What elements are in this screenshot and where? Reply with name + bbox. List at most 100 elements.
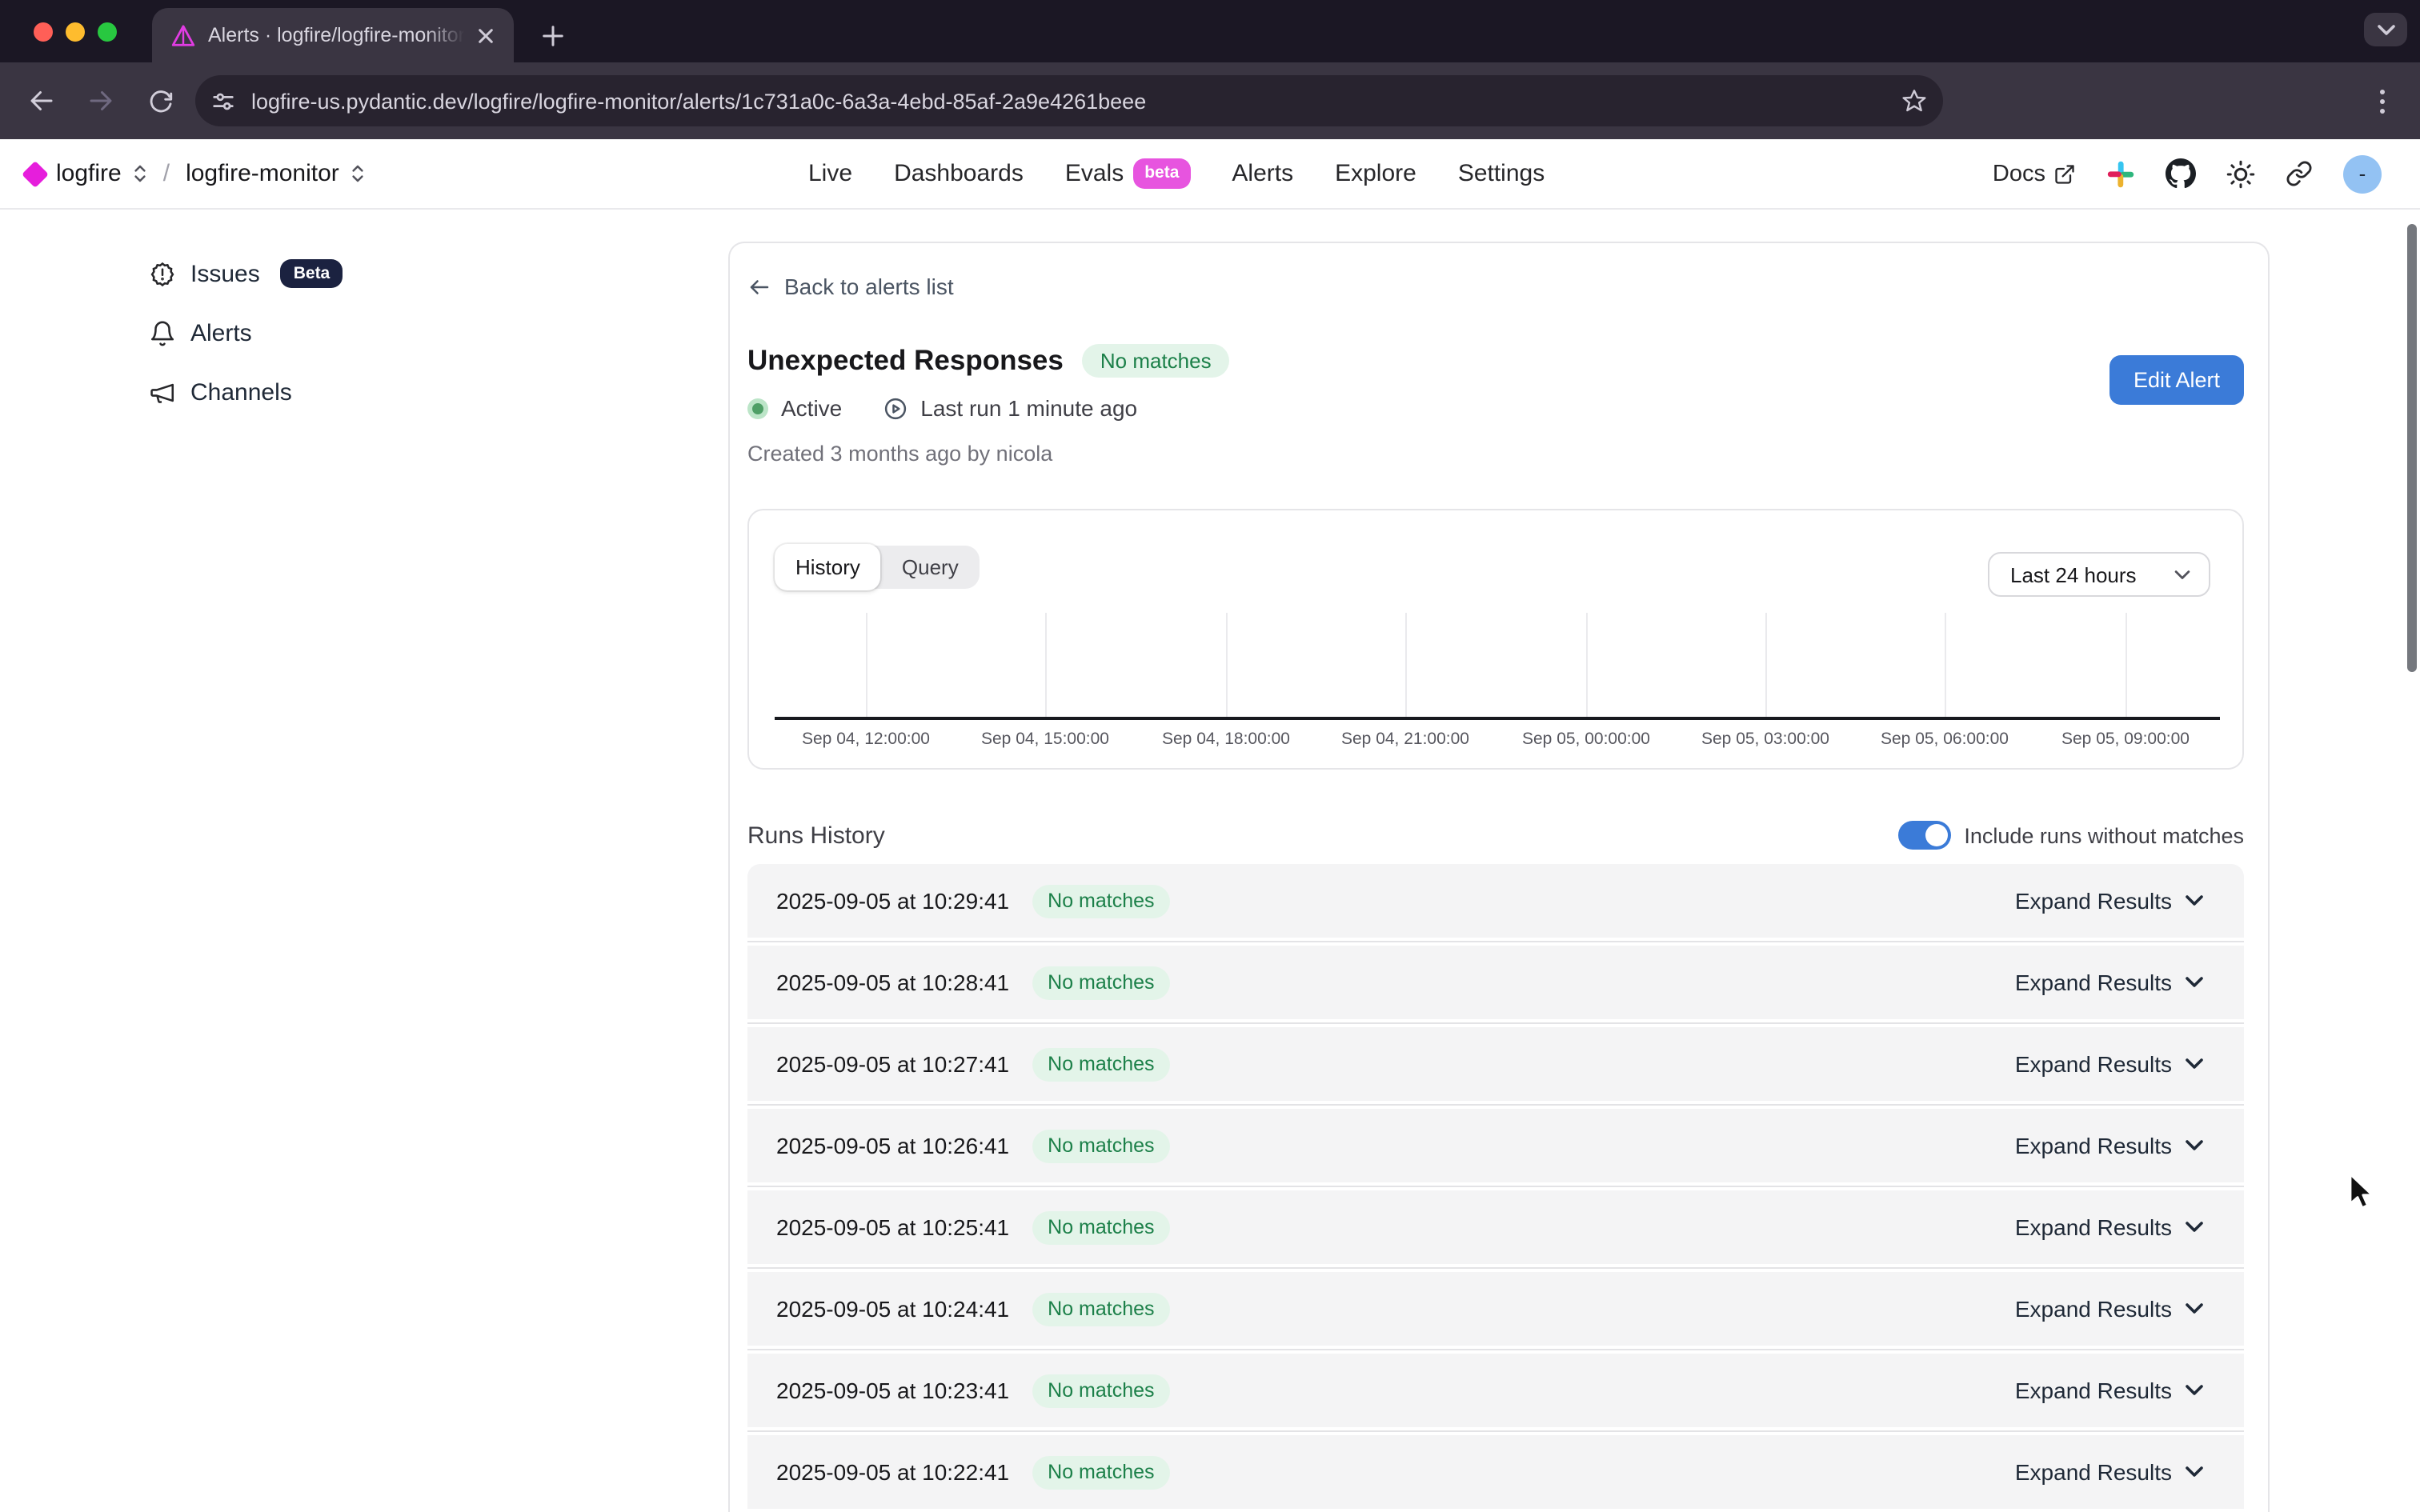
reload-icon[interactable] (141, 82, 179, 120)
tab-search-chevron-button[interactable] (2364, 13, 2407, 46)
sidebar-item-alerts[interactable]: Alerts (149, 312, 704, 354)
expand-results-button[interactable]: Expand Results (2005, 1376, 2214, 1405)
docs-link[interactable]: Docs (1993, 161, 2076, 186)
chevron-down-icon (2185, 1058, 2204, 1070)
evals-beta-badge: beta (1133, 159, 1190, 189)
github-icon[interactable] (2166, 158, 2196, 189)
breadcrumb-separator: / (163, 160, 170, 187)
expand-results-button[interactable]: Expand Results (2005, 968, 2214, 997)
edit-alert-button[interactable]: Edit Alert (2109, 355, 2244, 405)
page-title: Unexpected Responses (747, 343, 1064, 377)
sidebar: Issues Beta Alerts Channels (0, 210, 704, 413)
history-query-tabs: History Query (775, 546, 980, 589)
share-link-icon[interactable] (2286, 160, 2313, 187)
alert-status-row: Active Last run 1 minute ago (747, 395, 2244, 421)
run-row[interactable]: 2025-09-05 at 10:27:41 No matches Expand… (747, 1027, 2244, 1101)
run-row[interactable]: 2025-09-05 at 10:24:41 No matches Expand… (747, 1272, 2244, 1346)
run-row[interactable]: 2025-09-05 at 10:22:41 No matches Expand… (747, 1435, 2244, 1509)
include-runs-toggle[interactable] (1898, 821, 1951, 850)
forward-icon[interactable] (82, 82, 120, 120)
sidebar-item-channels[interactable]: Channels (149, 371, 704, 413)
alert-title-row: Unexpected Responses No matches (747, 339, 2244, 381)
run-timestamp: 2025-09-05 at 10:26:41 (776, 1133, 1009, 1158)
expand-results-button[interactable]: Expand Results (2005, 1213, 2214, 1242)
minimize-window-button[interactable] (66, 22, 85, 42)
url-bar[interactable]: logfire-us.pydantic.dev/logfire/logfire-… (195, 75, 1943, 126)
row-separator (747, 938, 2244, 946)
chart-tick-label: Sep 05, 00:00:00 (1522, 730, 1650, 749)
nav-item-live[interactable]: Live (808, 160, 852, 187)
runs-history-title: Runs History (747, 822, 885, 849)
bookmark-star-icon[interactable] (1895, 82, 1933, 120)
site-settings-icon[interactable] (203, 82, 242, 120)
issues-seal-icon (149, 260, 176, 287)
run-no-matches-badge: No matches (1032, 1292, 1170, 1326)
expand-results-button[interactable]: Expand Results (2005, 1458, 2214, 1486)
chevron-down-icon (2185, 1384, 2204, 1397)
header-right: Docs - (1993, 139, 2382, 208)
chart-gridline (866, 613, 867, 717)
run-no-matches-badge: No matches (1032, 1374, 1170, 1407)
nav-item-evals[interactable]: Evalsbeta (1065, 159, 1191, 189)
issues-beta-badge: Beta (281, 259, 343, 289)
tab-close-icon[interactable] (472, 22, 498, 48)
sidebar-item-issues[interactable]: Issues Beta (149, 253, 704, 294)
run-row[interactable]: 2025-09-05 at 10:25:41 No matches Expand… (747, 1190, 2244, 1264)
logfire-favicon-icon (171, 23, 195, 47)
expand-results-button[interactable]: Expand Results (2005, 1294, 2214, 1323)
theme-sun-icon[interactable] (2226, 159, 2255, 188)
active-dot-icon (747, 398, 768, 418)
nav-item-dashboards[interactable]: Dashboards (894, 160, 1024, 187)
chevron-down-icon (2174, 569, 2191, 580)
time-range-select[interactable]: Last 24 hours (1988, 552, 2210, 597)
app-header: logfire / logfire-monitor Live Dashboard… (0, 139, 2420, 210)
nav-item-alerts[interactable]: Alerts (1232, 160, 1293, 187)
expand-results-button[interactable]: Expand Results (2005, 1131, 2214, 1160)
run-no-matches-badge: No matches (1032, 1455, 1170, 1489)
browser-tab[interactable]: Alerts · logfire/logfire-monitor (152, 8, 514, 62)
tab-title: Alerts · logfire/logfire-monitor (208, 24, 472, 46)
chart-gridline (1045, 613, 1047, 717)
avatar[interactable]: - (2343, 154, 2382, 193)
screen: Alerts · logfire/logfire-monitor (0, 0, 2420, 1512)
row-separator (747, 1101, 2244, 1109)
nav-item-explore[interactable]: Explore (1335, 160, 1416, 187)
active-label: Active (781, 395, 842, 421)
zoom-window-button[interactable] (98, 22, 117, 42)
chevron-down-icon (2185, 1139, 2204, 1152)
chart-gridline (1405, 613, 1407, 717)
run-no-matches-badge: No matches (1032, 1210, 1170, 1244)
run-row[interactable]: 2025-09-05 at 10:23:41 No matches Expand… (747, 1354, 2244, 1427)
close-window-button[interactable] (34, 22, 53, 42)
include-runs-toggle-label: Include runs without matches (1964, 823, 2244, 847)
expand-results-button[interactable]: Expand Results (2005, 1050, 2214, 1078)
main-nav: Live Dashboards Evalsbeta Alerts Explore… (808, 139, 1545, 208)
run-row[interactable]: 2025-09-05 at 10:29:41 No matches Expand… (747, 864, 2244, 938)
chart-gridline (2126, 613, 2127, 717)
project-selector[interactable]: logfire-monitor (186, 160, 339, 187)
page-scrollbar[interactable] (2407, 224, 2417, 672)
arrow-left-icon (747, 274, 771, 298)
slack-icon[interactable] (2106, 159, 2135, 188)
new-tab-button[interactable] (535, 18, 570, 53)
run-row[interactable]: 2025-09-05 at 10:28:41 No matches Expand… (747, 946, 2244, 1019)
browser-tab-strip: Alerts · logfire/logfire-monitor (0, 0, 2420, 62)
run-row[interactable]: 2025-09-05 at 10:26:41 No matches Expand… (747, 1109, 2244, 1182)
expand-results-button[interactable]: Expand Results (2005, 886, 2214, 915)
tab-query[interactable]: Query (881, 546, 980, 589)
org-updown-icon[interactable] (133, 163, 147, 184)
nav-item-settings[interactable]: Settings (1458, 160, 1545, 187)
browser-menu-icon[interactable] (2362, 82, 2401, 120)
chart-gridline (1765, 613, 1767, 717)
url-text[interactable]: logfire-us.pydantic.dev/logfire/logfire-… (251, 89, 1895, 113)
play-circle-icon (883, 396, 908, 420)
org-selector[interactable]: logfire (56, 160, 122, 187)
chart-x-axis (775, 717, 2220, 720)
back-to-alerts-link[interactable]: Back to alerts list (747, 274, 2244, 299)
chevron-down-icon (2185, 1302, 2204, 1315)
run-timestamp: 2025-09-05 at 10:29:41 (776, 888, 1009, 914)
back-icon[interactable] (22, 82, 61, 120)
tab-history[interactable]: History (775, 544, 881, 590)
project-updown-icon[interactable] (351, 163, 365, 184)
alert-history-card: History Query Last 24 hours Sep 04, 12:0… (747, 509, 2244, 770)
